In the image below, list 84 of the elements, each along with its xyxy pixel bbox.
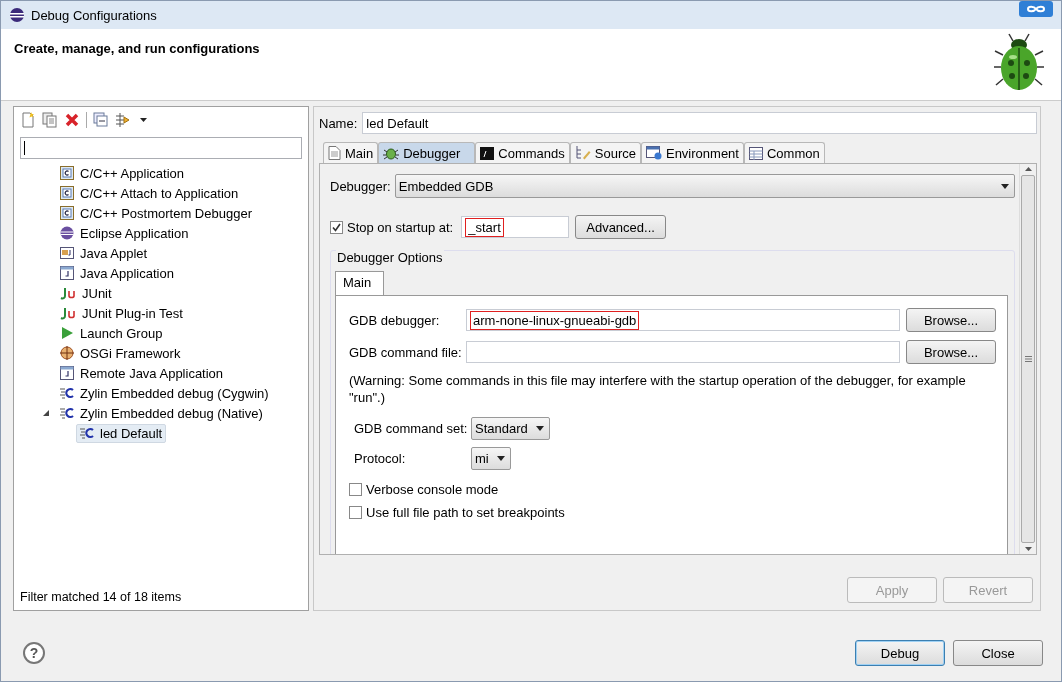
- infinity-icon: [1019, 1, 1053, 17]
- startup-symbol-field[interactable]: _start: [461, 216, 570, 238]
- tree-item[interactable]: Java Application: [56, 263, 178, 283]
- junit-icon: [60, 306, 76, 320]
- name-field[interactable]: led Default: [362, 112, 1037, 134]
- copy-icon[interactable]: [42, 112, 58, 128]
- tree-item[interactable]: JUnit: [56, 283, 116, 303]
- option-checkbox[interactable]: Use full file path to set breakpoints: [349, 505, 996, 520]
- tree-item[interactable]: Remote Java Application: [56, 363, 228, 383]
- tree-item[interactable]: led Default: [76, 423, 167, 443]
- tab[interactable]: Common: [743, 142, 825, 163]
- filter-status: Filter matched 14 of 18 items: [19, 590, 183, 606]
- c-file-icon: [60, 186, 74, 200]
- window-icon: [645, 146, 662, 160]
- dialog-button[interactable]: Debug: [855, 640, 945, 666]
- table-icon: [748, 146, 763, 160]
- select-dropdown[interactable]: Standard: [471, 416, 550, 440]
- document-icon: [328, 146, 341, 160]
- tree-item[interactable]: Zylin Embedded debug (Native): [56, 403, 267, 423]
- tree-item[interactable]: Java Applet: [56, 243, 152, 263]
- advanced-button[interactable]: Advanced...: [575, 215, 666, 239]
- path-field[interactable]: [466, 341, 900, 363]
- option-checkbox[interactable]: Verbose console mode: [349, 482, 996, 497]
- c-file-icon: [60, 166, 74, 180]
- terminal-icon: [480, 146, 495, 160]
- tab[interactable]: Environment: [640, 142, 744, 163]
- zylin-c-icon: [60, 386, 74, 400]
- bug-icon: [383, 146, 400, 160]
- tree-item[interactable]: JUnit Plug-in Test: [56, 303, 187, 323]
- java-window-icon: [60, 266, 74, 280]
- beetle-icon: [993, 33, 1045, 93]
- tree-item[interactable]: C/C++ Postmortem Debugger: [56, 203, 256, 223]
- dropdown-caret-icon: [496, 455, 505, 461]
- grip-icon: [1024, 356, 1032, 362]
- c-file-icon: [60, 206, 74, 220]
- select-label: Protocol:: [354, 450, 407, 466]
- warning-text: (Warning: Some commands in this file may interfere with the startup operation of the debugger, for example "run".): [349, 372, 967, 406]
- tab[interactable]: Main: [335, 271, 385, 295]
- expand-arrow-icon[interactable]: [42, 409, 50, 417]
- debugger-label: Debugger:: [330, 178, 391, 194]
- zylin-c-icon: [60, 406, 74, 420]
- select-label: GDB command set:: [354, 420, 469, 436]
- zylin-c-icon: [80, 426, 94, 440]
- eclipse-icon: [9, 7, 25, 23]
- applet-icon: [60, 246, 74, 260]
- stop-on-startup-checkbox[interactable]: Stop on startup at:: [330, 219, 454, 235]
- field-label: GDB command file:: [349, 344, 463, 360]
- play-icon: [60, 326, 74, 340]
- tree-item[interactable]: Zylin Embedded debug (Cygwin): [56, 383, 273, 403]
- eclipse-icon: [60, 226, 74, 240]
- browse-button[interactable]: Browse...: [906, 340, 996, 364]
- source-tree-icon: [574, 146, 591, 160]
- field-label: GDB debugger:: [349, 312, 441, 328]
- tab[interactable]: Main: [323, 142, 379, 163]
- browse-button[interactable]: Browse...: [906, 308, 996, 332]
- java-window-icon: [60, 366, 74, 380]
- tab[interactable]: Debugger: [378, 142, 476, 163]
- name-label: Name:: [319, 115, 358, 131]
- junit-icon: [60, 286, 76, 300]
- tree-item[interactable]: Launch Group: [56, 323, 167, 343]
- scroll-down-icon[interactable]: [1024, 547, 1032, 551]
- header-title: Create, manage, and run configurations: [14, 41, 260, 58]
- check-icon: [331, 221, 342, 233]
- dropdown-caret-icon: [1001, 183, 1009, 189]
- group-title: Debugger Options: [336, 250, 444, 265]
- filter-field[interactable]: [20, 137, 302, 159]
- collapse-icon[interactable]: [93, 112, 109, 128]
- crosshair-icon: [60, 346, 74, 360]
- scrollbar[interactable]: [1019, 164, 1036, 554]
- tree-item[interactable]: C/C++ Attach to Application: [56, 183, 243, 203]
- dropdown-caret-icon: [535, 425, 544, 431]
- help-button[interactable]: ?: [23, 642, 45, 664]
- tree-item[interactable]: OSGi Framework: [56, 343, 185, 363]
- tree-item[interactable]: C/C++ Application: [56, 163, 189, 183]
- path-field[interactable]: arm-none-linux-gnueabi-gdb: [466, 309, 900, 331]
- select-dropdown[interactable]: mi: [471, 446, 511, 470]
- tree-item[interactable]: Eclipse Application: [56, 223, 193, 243]
- tab[interactable]: Source: [569, 142, 641, 163]
- debugger-dropdown[interactable]: Embedded GDB: [394, 174, 1015, 198]
- window-title: Debug Configurations: [31, 7, 157, 23]
- delete-icon[interactable]: [64, 112, 80, 128]
- dialog-button[interactable]: Close: [953, 640, 1043, 666]
- tab[interactable]: Commands: [475, 142, 570, 163]
- scroll-up-icon[interactable]: [1024, 167, 1032, 171]
